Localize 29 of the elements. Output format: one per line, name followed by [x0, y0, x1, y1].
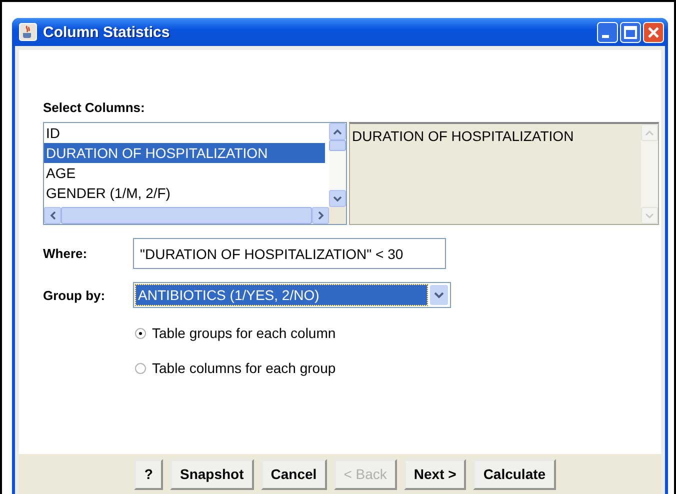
where-label: Where: — [43, 246, 88, 261]
scrollbar-thumb[interactable] — [329, 140, 346, 151]
radio-label[interactable]: Table columns for each group — [152, 360, 336, 376]
column-list-item[interactable]: AGE — [44, 163, 329, 183]
selected-column-item[interactable]: DURATION OF HOSPITALIZATION — [350, 126, 641, 146]
dialog-button[interactable]: Cancel — [260, 458, 327, 490]
where-field[interactable]: "DURATION OF HOSPITALIZATION" < 30 — [133, 238, 446, 269]
maximize-icon[interactable] — [620, 22, 641, 42]
select-columns-label: Select Columns: — [43, 100, 146, 115]
column-list-item[interactable]: GENDER (1/M, 2/F) — [44, 183, 329, 203]
vertical-scrollbar[interactable] — [329, 123, 346, 207]
dialog-button[interactable]: Snapshot — [170, 458, 254, 490]
window-title: Column Statistics — [43, 24, 171, 40]
group-by-label: Group by: — [43, 288, 106, 302]
dialog-button[interactable]: Calculate — [473, 458, 556, 490]
scrollbar-corner — [329, 207, 346, 224]
dialog-button[interactable]: Next > — [404, 458, 466, 490]
close-icon[interactable] — [643, 22, 664, 42]
column-list-item[interactable]: ID — [44, 123, 329, 143]
column-list-item[interactable]: DURATION OF HOSPITALIZATION — [44, 143, 325, 163]
radio-button[interactable] — [135, 362, 146, 374]
radio-label[interactable]: Table groups for each column — [152, 325, 336, 341]
scrollbar-thumb[interactable] — [61, 207, 312, 224]
horizontal-scrollbar[interactable] — [44, 207, 346, 224]
minimize-icon[interactable] — [597, 22, 618, 42]
group-by-dropdown[interactable]: ANTIBIOTICS (1/YES, 2/NO) — [133, 282, 451, 308]
java-cup-icon — [19, 23, 37, 41]
dialog-button[interactable]: ? — [134, 458, 163, 490]
radio-button[interactable] — [135, 328, 146, 338]
